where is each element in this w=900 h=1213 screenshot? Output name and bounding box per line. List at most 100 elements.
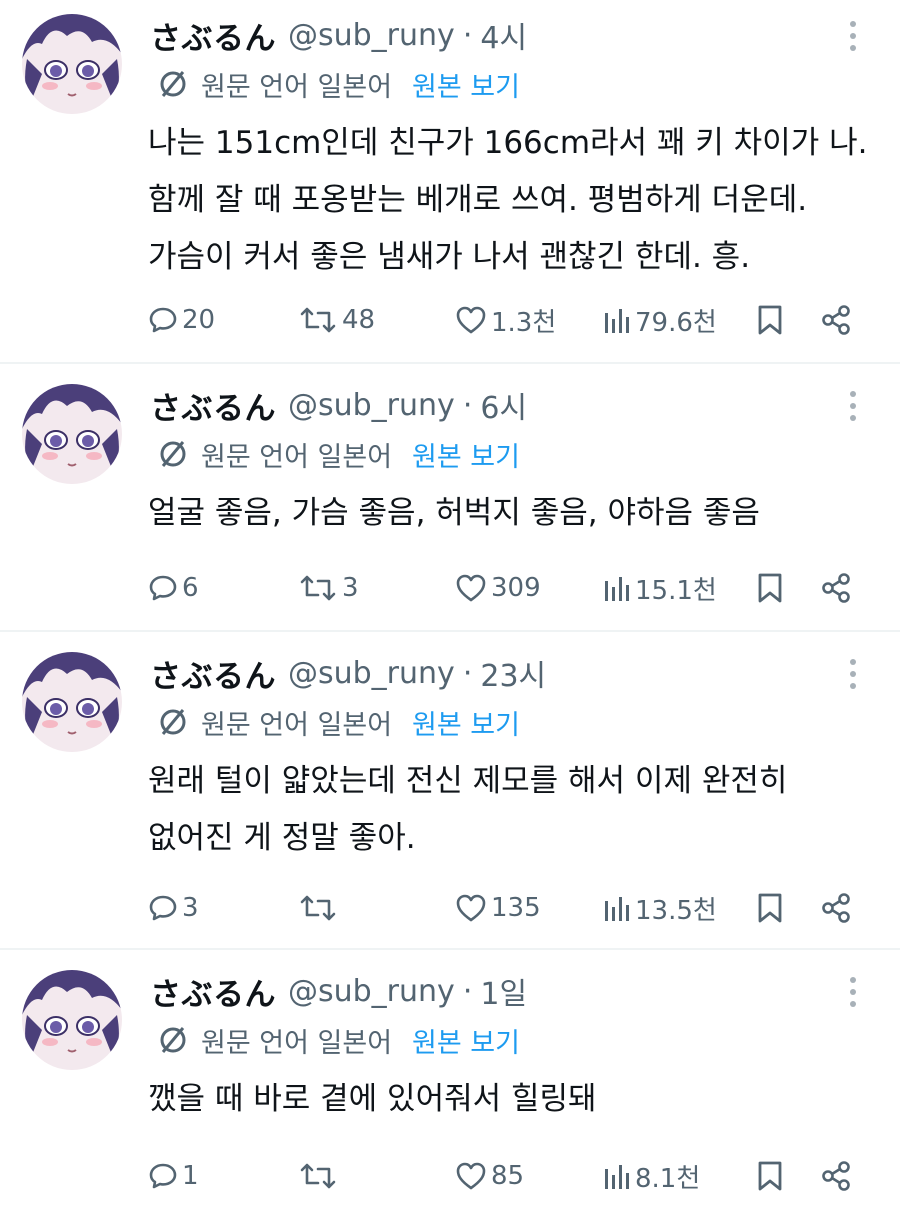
tweet-text-line: 깼을 때 바로 곁에 있어줘서 힐링돼 (148, 1081, 597, 1117)
heart-icon (456, 574, 486, 602)
share-icon (822, 305, 850, 335)
translation-bar: 원문 언어 일본어 원본 보기 (155, 702, 520, 742)
translation-label: 원문 언어 일본어 (201, 71, 393, 103)
action-bar: 20 48 1.3천 79.6천 (0, 298, 900, 342)
view-original-link[interactable]: 원본 보기 (412, 65, 520, 104)
reply-icon (149, 575, 177, 601)
user-handle[interactable]: @sub_runy (288, 656, 455, 691)
reply-button[interactable]: 20 (148, 298, 215, 342)
separator-dot: · (462, 17, 473, 53)
retweet-icon (300, 895, 336, 921)
heart-icon (456, 894, 486, 922)
more-icon[interactable] (840, 386, 866, 426)
separator-dot: · (462, 387, 473, 423)
more-icon[interactable] (840, 654, 866, 694)
tweet[interactable]: さぶるん @sub_runy · 4시 원문 언어 일본어 원본 보기 나는 1… (0, 0, 900, 362)
view-count: 8.1천 (635, 1163, 701, 1194)
separator-dot: · (462, 973, 473, 1009)
user-handle[interactable]: @sub_runy (288, 388, 455, 423)
translation-bar: 원문 언어 일본어 원본 보기 (155, 1020, 520, 1060)
avatar[interactable] (22, 384, 122, 484)
share-icon (822, 573, 850, 603)
like-button[interactable]: 309 (455, 566, 541, 610)
display-name[interactable]: さぶるん (150, 383, 276, 428)
heart-icon (456, 1162, 486, 1190)
avatar[interactable] (22, 652, 122, 752)
views-button[interactable]: 8.1천 (603, 1154, 700, 1198)
tweet-header: さぶるん @sub_runy · 4시 (150, 13, 527, 57)
display-name[interactable]: さぶるん (150, 651, 276, 696)
translation-label: 원문 언어 일본어 (201, 709, 393, 741)
like-count: 135 (491, 893, 541, 923)
reply-icon (149, 895, 177, 921)
like-button[interactable]: 1.3천 (455, 298, 556, 342)
translate-icon (160, 709, 186, 735)
view-count: 13.5천 (635, 895, 717, 926)
reply-count: 20 (182, 305, 216, 335)
user-handle[interactable]: @sub_runy (288, 18, 455, 53)
view-original-link[interactable]: 원본 보기 (412, 435, 520, 474)
tweet-text: 나는 151cm인데 친구가 166cm라서 꽤 키 차이가 나. 함께 잘 때… (148, 115, 888, 286)
tweet-text: 깼을 때 바로 곁에 있어줘서 힐링돼 (148, 1071, 888, 1128)
bookmark-icon (758, 305, 782, 335)
retweet-count: 48 (342, 305, 376, 335)
more-icon[interactable] (840, 16, 866, 56)
timestamp[interactable]: 6시 (480, 383, 527, 427)
bookmark-button[interactable] (757, 886, 783, 930)
retweet-button[interactable]: 3 (298, 566, 359, 610)
view-count: 79.6천 (635, 307, 717, 338)
views-icon (605, 309, 629, 333)
separator-dot: · (462, 655, 473, 691)
translation-bar: 원문 언어 일본어 원본 보기 (155, 434, 520, 474)
tweet-text: 원래 털이 얇았는데 전신 제모를 해서 이제 완전히 없어진 게 정말 좋아. (148, 753, 888, 867)
retweet-button[interactable] (298, 886, 342, 930)
timestamp[interactable]: 1일 (480, 969, 527, 1013)
view-original-link[interactable]: 원본 보기 (412, 1021, 520, 1060)
view-original-link[interactable]: 원본 보기 (412, 703, 520, 742)
retweet-button[interactable]: 48 (298, 298, 375, 342)
translation-label: 원문 언어 일본어 (201, 1027, 393, 1059)
tweet-text-line: 가슴이 커서 좋은 냄새가 나서 괜찮긴 한데. 흥. (148, 239, 751, 275)
views-icon (605, 577, 629, 601)
like-button[interactable]: 135 (455, 886, 541, 930)
avatar[interactable] (22, 970, 122, 1070)
views-icon (605, 897, 629, 921)
translate-icon (160, 71, 186, 97)
tweet-text-line: 나는 151cm인데 친구가 166cm라서 꽤 키 차이가 나. (148, 125, 868, 161)
views-button[interactable]: 15.1천 (603, 566, 717, 610)
share-button[interactable] (820, 886, 852, 930)
tweet[interactable]: さぶるん @sub_runy · 1일 원문 언어 일본어 원본 보기 깼을 때… (0, 950, 900, 1213)
reply-button[interactable]: 6 (148, 566, 199, 610)
display-name[interactable]: さぶるん (150, 969, 276, 1014)
tweet[interactable]: さぶるん @sub_runy · 23시 원문 언어 일본어 원본 보기 원래 … (0, 632, 900, 948)
tweet[interactable]: さぶるん @sub_runy · 6시 원문 언어 일본어 원본 보기 얼굴 좋… (0, 364, 900, 630)
translation-bar: 원문 언어 일본어 원본 보기 (155, 64, 520, 104)
retweet-button[interactable] (298, 1154, 342, 1198)
bookmark-icon (758, 893, 782, 923)
reply-button[interactable]: 3 (148, 886, 199, 930)
bookmark-button[interactable] (757, 566, 783, 610)
like-count: 1.3천 (491, 307, 557, 338)
timestamp[interactable]: 4시 (480, 13, 527, 57)
tweet-text: 얼굴 좋음, 가슴 좋음, 허벅지 좋음, 야하음 좋음 (148, 485, 888, 542)
bookmark-button[interactable] (757, 1154, 783, 1198)
share-icon (822, 893, 850, 923)
retweet-icon (300, 307, 336, 333)
display-name[interactable]: さぶるん (150, 13, 276, 58)
timestamp[interactable]: 23시 (480, 651, 546, 695)
retweet-icon (300, 575, 336, 601)
like-count: 309 (491, 573, 541, 603)
like-button[interactable]: 85 (455, 1154, 524, 1198)
views-button[interactable]: 13.5천 (603, 886, 717, 930)
more-icon[interactable] (840, 972, 866, 1012)
translation-label: 원문 언어 일본어 (201, 441, 393, 473)
reply-button[interactable]: 1 (148, 1154, 199, 1198)
action-bar: 1 85 8.1천 (0, 1154, 900, 1198)
user-handle[interactable]: @sub_runy (288, 974, 455, 1009)
avatar[interactable] (22, 14, 122, 114)
bookmark-button[interactable] (757, 298, 783, 342)
share-button[interactable] (820, 298, 852, 342)
share-button[interactable] (820, 1154, 852, 1198)
share-button[interactable] (820, 566, 852, 610)
views-button[interactable]: 79.6천 (603, 298, 717, 342)
